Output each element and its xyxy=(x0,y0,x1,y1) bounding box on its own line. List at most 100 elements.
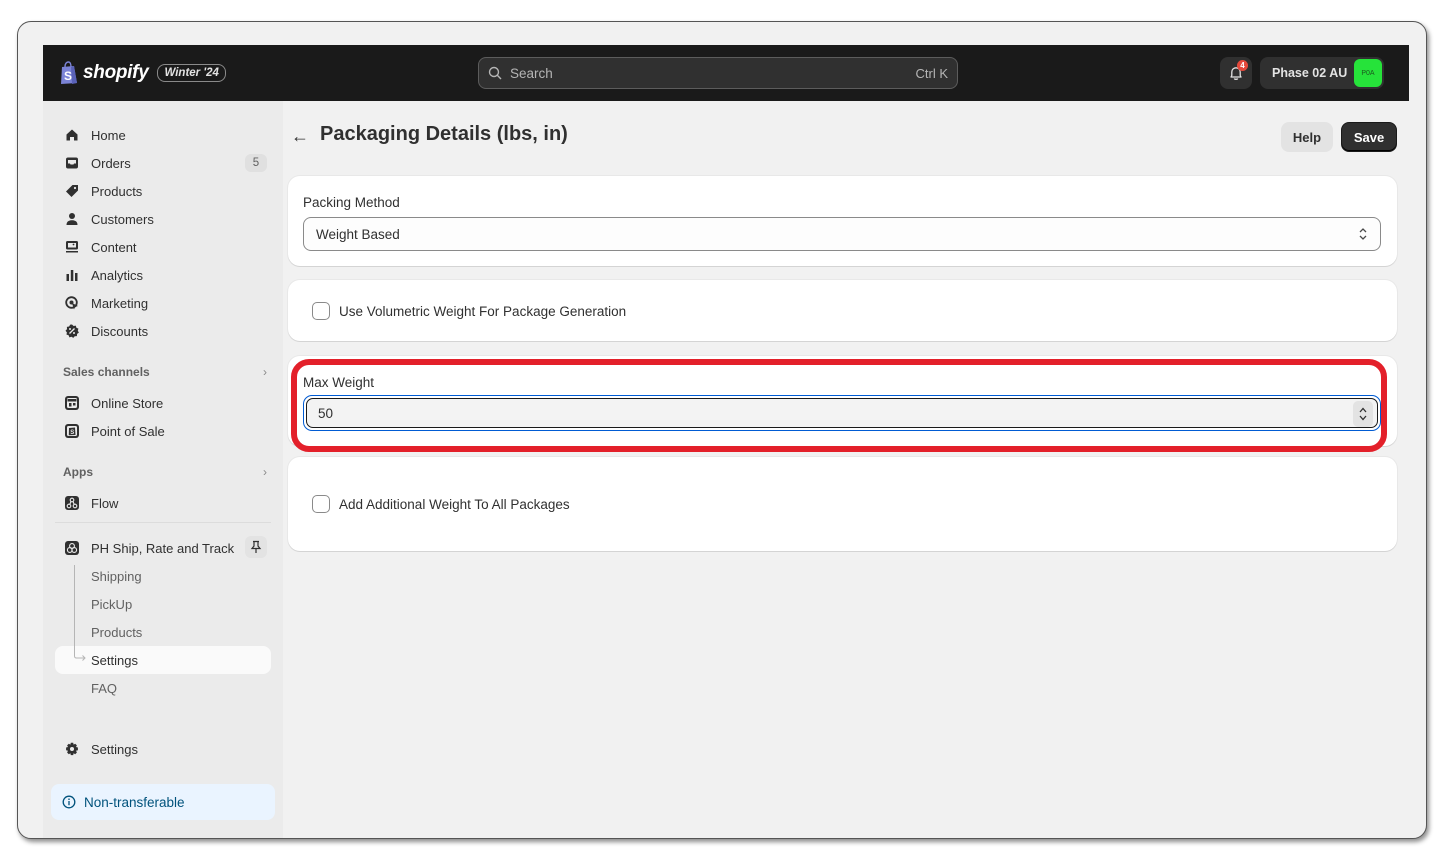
non-transferable-banner[interactable]: Non-transferable xyxy=(51,784,275,820)
sidebar-item-label: Point of Sale xyxy=(91,423,165,439)
max-weight-card: Max Weight 50 xyxy=(288,356,1397,446)
additional-weight-label: Add Additional Weight To All Packages xyxy=(339,496,570,512)
sidebar-item-customers[interactable]: Customers xyxy=(55,205,271,233)
info-icon xyxy=(62,795,76,809)
sidebar-item-label: Orders xyxy=(91,155,131,171)
sidebar-subitem-faq[interactable]: FAQ xyxy=(55,674,271,702)
packing-method-select[interactable]: Weight Based xyxy=(303,217,1381,251)
sidebar-item-label: Products xyxy=(91,183,143,199)
sidebar-item-label: Discounts xyxy=(91,323,149,339)
sidebar-item-label: Analytics xyxy=(91,267,144,283)
search-bar[interactable]: Search Ctrl K xyxy=(478,57,958,89)
sidebar-divider xyxy=(55,522,271,523)
sidebar-item-products[interactable]: Products xyxy=(55,177,271,205)
search-placeholder: Search xyxy=(510,65,553,81)
packing-method-label: Packing Method xyxy=(303,195,400,210)
sales-channels-header[interactable]: Sales channels › xyxy=(63,365,267,379)
notifications-button[interactable]: 4 xyxy=(1220,57,1252,89)
back-arrow-icon[interactable]: ← xyxy=(291,126,309,147)
additional-weight-checkbox[interactable] xyxy=(312,495,330,513)
volumetric-weight-label: Use Volumetric Weight For Package Genera… xyxy=(339,303,627,319)
sidebar-item-label: Shipping xyxy=(91,568,142,584)
page-header: ← Packaging Details (lbs, in) Help Save xyxy=(291,122,1399,154)
flow-icon xyxy=(63,494,81,512)
store-menu-button[interactable]: Phase 02 AU P0A xyxy=(1260,57,1384,89)
search-shortcut: Ctrl K xyxy=(915,65,949,81)
discount-icon xyxy=(63,322,81,340)
shopify-wordmark: shopify xyxy=(83,62,149,83)
sidebar-item-label: Customers xyxy=(91,211,154,227)
screenshot-frame: S shopify Winter '24 Search Ctrl K 4 Pha… xyxy=(17,21,1427,839)
sidebar-item-marketing[interactable]: Marketing xyxy=(55,289,271,317)
help-button[interactable]: Help xyxy=(1281,122,1333,152)
tag-icon xyxy=(63,182,81,200)
inbox-icon xyxy=(63,154,81,172)
sidebar-item-label: Settings xyxy=(91,741,138,757)
sidebar-item-ph-ship-rate-track[interactable]: PH Ship, Rate and Track xyxy=(55,534,271,562)
store-avatar: P0A xyxy=(1354,59,1382,87)
shopify-logo[interactable]: S shopify Winter '24 xyxy=(59,61,226,85)
page-title: Packaging Details (lbs, in) xyxy=(320,123,568,145)
tree-branch-arrow-icon xyxy=(74,646,86,661)
max-weight-value: 50 xyxy=(318,405,334,421)
apps-header[interactable]: Apps › xyxy=(63,465,267,479)
ph-app-icon xyxy=(63,539,81,557)
target-icon xyxy=(63,294,81,312)
sidebar-subitem-products[interactable]: Products xyxy=(55,618,271,646)
sidebar-subitem-pickup[interactable]: PickUp xyxy=(55,590,271,618)
top-bar: S shopify Winter '24 Search Ctrl K 4 Pha… xyxy=(43,45,1409,101)
sidebar-item-settings[interactable]: Settings xyxy=(55,735,271,763)
sidebar-item-label: Products xyxy=(91,624,143,640)
chevron-right-icon: › xyxy=(263,365,267,379)
sidebar-item-label: Settings xyxy=(91,652,138,668)
volumetric-weight-checkbox[interactable] xyxy=(312,302,330,320)
chevron-up-icon[interactable] xyxy=(1358,406,1368,414)
sidebar-item-content[interactable]: Content xyxy=(55,233,271,261)
sidebar-item-label: Marketing xyxy=(91,295,149,311)
select-updown-icon xyxy=(1359,228,1367,240)
sidebar-item-label: Content xyxy=(91,239,137,255)
chevron-right-icon: › xyxy=(263,465,267,479)
sales-channels-heading: Sales channels xyxy=(63,365,150,379)
sidebar-item-label: Home xyxy=(91,127,126,143)
additional-weight-card: Add Additional Weight To All Packages xyxy=(288,457,1397,551)
edition-badge[interactable]: Winter '24 xyxy=(157,64,226,82)
sidebar-subitem-settings[interactable]: Settings xyxy=(55,646,271,674)
sidebar-item-analytics[interactable]: Analytics xyxy=(55,261,271,289)
sidebar-item-label: FAQ xyxy=(91,680,118,696)
person-icon xyxy=(63,210,81,228)
packing-method-value: Weight Based xyxy=(316,226,400,242)
pin-icon[interactable] xyxy=(245,536,267,558)
sidebar-item-label: Online Store xyxy=(91,395,164,411)
notification-count-badge: 4 xyxy=(1237,60,1248,71)
gear-icon xyxy=(63,740,81,758)
sidebar-item-label: PickUp xyxy=(91,596,133,612)
max-weight-field[interactable]: 50 xyxy=(306,398,1378,428)
bar-chart-icon xyxy=(63,266,81,284)
sidebar-item-label: Flow xyxy=(91,495,119,511)
content-icon xyxy=(63,238,81,256)
max-weight-label: Max Weight xyxy=(303,375,375,390)
volumetric-weight-option[interactable]: Use Volumetric Weight For Package Genera… xyxy=(303,302,626,320)
svg-text:S: S xyxy=(64,69,72,83)
save-button[interactable]: Save xyxy=(1341,122,1397,152)
max-weight-input[interactable]: 50 xyxy=(303,395,1381,431)
sidebar-item-label: PH Ship, Rate and Track xyxy=(91,540,235,556)
sidebar-item-flow[interactable]: Flow xyxy=(55,489,271,517)
number-spinner[interactable] xyxy=(1353,401,1373,427)
sidebar-item-online-store[interactable]: Online Store xyxy=(55,389,271,417)
home-icon xyxy=(63,126,81,144)
pos-icon: S xyxy=(63,422,81,440)
sidebar-item-discounts[interactable]: Discounts xyxy=(55,317,271,345)
search-icon xyxy=(488,66,502,80)
sidebar-subitem-shipping[interactable]: Shipping xyxy=(55,562,271,590)
sidebar-item-orders[interactable]: Orders 5 xyxy=(55,149,271,177)
sidebar-nav: Home Orders 5 Products Customers Content… xyxy=(43,101,283,838)
sidebar-item-point-of-sale[interactable]: S Point of Sale xyxy=(55,417,271,445)
orders-count-badge: 5 xyxy=(245,154,267,172)
additional-weight-option[interactable]: Add Additional Weight To All Packages xyxy=(303,495,570,513)
sidebar-item-home[interactable]: Home xyxy=(55,121,271,149)
apps-heading: Apps xyxy=(63,465,93,479)
chevron-down-icon[interactable] xyxy=(1358,414,1368,422)
shopify-bag-icon: S xyxy=(61,61,77,84)
